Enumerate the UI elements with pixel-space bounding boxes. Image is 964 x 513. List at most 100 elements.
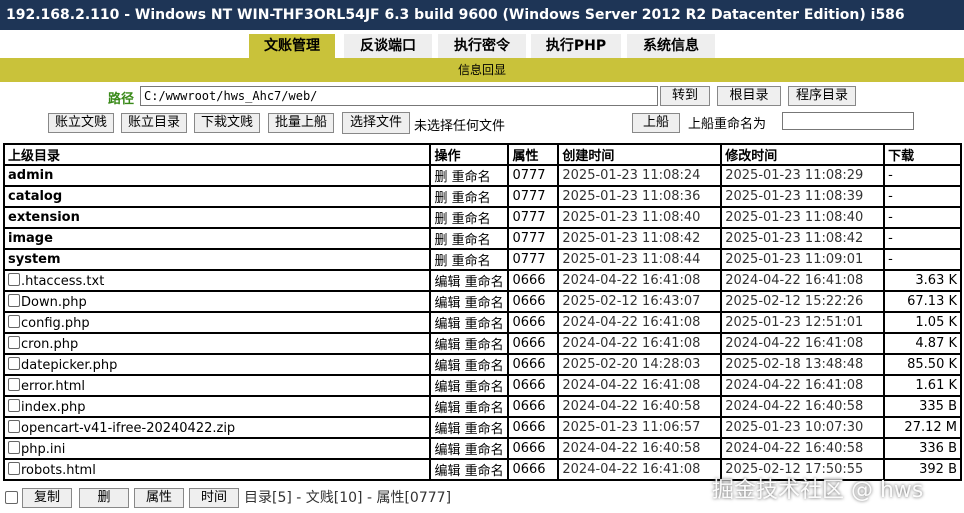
file-name-link[interactable]: php.ini [21,442,65,457]
dir-ops[interactable]: 删 重命名 [429,248,510,271]
file-name-link[interactable]: error.html [21,379,85,394]
root-dir-button[interactable]: 根目录 [717,86,781,106]
file-attr[interactable]: 0666 [507,311,560,334]
file-attr[interactable]: 0666 [507,374,560,397]
dir-name-link[interactable]: extension [2,206,432,229]
file-checkbox[interactable] [8,461,20,475]
file-checkbox[interactable] [8,398,20,412]
delete-button[interactable]: 删 [79,488,129,508]
file-attr[interactable]: 0666 [507,290,560,313]
download-file-button[interactable]: 下栽文贱 [194,113,260,133]
file-name-link[interactable]: Down.php [21,295,87,310]
dir-ops[interactable]: 删 重命名 [429,164,510,187]
dir-name-link[interactable]: system [2,248,432,271]
file-ops[interactable]: 编辑 重命名 [429,395,510,418]
dir-ops[interactable]: 删 重命名 [429,206,510,229]
file-attr[interactable]: 0666 [507,353,560,376]
file-name-link[interactable]: robots.html [21,463,96,478]
file-ops[interactable]: 编辑 重命名 [429,269,510,292]
file-ops[interactable]: 编辑 重命名 [429,353,510,376]
file-checkbox[interactable] [8,335,20,349]
choose-file-button[interactable]: 选择文件 [342,112,410,134]
file-size-download[interactable]: 67.13 K [883,290,962,313]
copy-button[interactable]: 复制 [22,488,72,508]
dir-ops[interactable]: 删 重命名 [429,227,510,250]
new-dir-button[interactable]: 账立目录 [121,113,187,133]
file-ops[interactable]: 编辑 重命名 [429,458,510,481]
file-name-link[interactable]: cron.php [21,337,78,352]
dir-ops[interactable]: 删 重命名 [429,185,510,208]
file-checkbox[interactable] [8,272,20,286]
dir-name-link[interactable]: catalog [2,185,432,208]
file-modified[interactable]: 2025-01-23 10:07:30 [720,416,886,439]
dir-modified[interactable]: 2025-01-23 11:09:01 [720,248,886,271]
tab-execute-command[interactable]: 执行密令 [438,34,526,58]
file-name-link[interactable]: opencart-v41-ifree-20240422.zip [21,421,235,436]
file-name-link[interactable]: datepicker.php [21,358,117,373]
file-ops[interactable]: 编辑 重命名 [429,416,510,439]
tab-file-manager[interactable]: 文账管理 [249,34,335,58]
dir-modified[interactable]: 2025-01-23 11:08:42 [720,227,886,250]
file-modified[interactable]: 2024-04-22 16:41:08 [720,269,886,292]
file-modified[interactable]: 2025-01-23 12:51:01 [720,311,886,334]
dir-modified[interactable]: 2025-01-23 11:08:29 [720,164,886,187]
file-attr[interactable]: 0666 [507,395,560,418]
file-attr[interactable]: 0666 [507,437,560,460]
file-modified[interactable]: 2024-04-22 16:41:08 [720,332,886,355]
dir-attr[interactable]: 0777 [507,185,560,208]
file-size-download[interactable]: 336 B [883,437,962,460]
file-modified[interactable]: 2024-04-22 16:40:58 [720,395,886,418]
file-ops[interactable]: 编辑 重命名 [429,311,510,334]
file-checkbox[interactable] [8,377,20,391]
file-modified[interactable]: 2025-02-18 13:48:48 [720,353,886,376]
file-name-link[interactable]: .htaccess.txt [21,274,104,289]
attr-button[interactable]: 属性 [134,488,184,508]
time-button[interactable]: 时间 [189,488,239,508]
path-input[interactable]: C:/wwwroot/hws_Ahc7/web/ [140,86,658,106]
file-modified[interactable]: 2024-04-22 16:40:58 [720,437,886,460]
file-size-download[interactable]: 1.05 K [883,311,962,334]
file-ops[interactable]: 编辑 重命名 [429,374,510,397]
dir-modified[interactable]: 2025-01-23 11:08:39 [720,185,886,208]
file-checkbox[interactable] [8,356,20,370]
batch-upload-button[interactable]: 批量上船 [268,113,334,133]
program-dir-button[interactable]: 程序目录 [788,86,856,106]
file-size-download[interactable]: 85.50 K [883,353,962,376]
file-modified[interactable]: 2024-04-22 16:41:08 [720,374,886,397]
file-checkbox[interactable] [8,293,20,307]
file-checkbox[interactable] [8,419,20,433]
dir-attr[interactable]: 0777 [507,206,560,229]
file-size-download[interactable]: 1.61 K [883,374,962,397]
file-ops[interactable]: 编辑 重命名 [429,332,510,355]
upload-button[interactable]: 上船 [632,113,680,133]
file-size-download[interactable]: 335 B [883,395,962,418]
file-name-link[interactable]: config.php [21,316,90,331]
upload-rename-input[interactable] [782,112,914,130]
file-attr[interactable]: 0666 [507,416,560,439]
parent-dir-link[interactable]: 上级目录 [2,143,432,166]
file-attr[interactable]: 0666 [507,332,560,355]
file-ops[interactable]: 编辑 重命名 [429,437,510,460]
dir-attr[interactable]: 0777 [507,248,560,271]
dir-attr[interactable]: 0777 [507,227,560,250]
dir-modified[interactable]: 2025-01-23 11:08:40 [720,206,886,229]
new-file-button[interactable]: 账立文贱 [48,113,114,133]
file-modified[interactable]: 2025-02-12 15:22:26 [720,290,886,313]
file-name-link[interactable]: index.php [21,400,85,415]
select-all-checkbox[interactable] [5,491,18,504]
file-checkbox[interactable] [8,314,20,328]
file-size-download[interactable]: 3.63 K [883,269,962,292]
file-attr[interactable]: 0666 [507,269,560,292]
file-attr[interactable]: 0666 [507,458,560,481]
tab-execute-php[interactable]: 执行PHP [531,34,621,58]
dir-attr[interactable]: 0777 [507,164,560,187]
file-size-download[interactable]: 4.87 K [883,332,962,355]
file-checkbox[interactable] [8,440,20,454]
tab-system-info[interactable]: 系统信息 [627,34,715,58]
tab-reverse-port[interactable]: 反谈端口 [344,34,432,58]
file-size-download[interactable]: 27.12 M [883,416,962,439]
dir-name-link[interactable]: image [2,227,432,250]
dir-name-link[interactable]: admin [2,164,432,187]
file-ops[interactable]: 编辑 重命名 [429,290,510,313]
go-button[interactable]: 转到 [660,86,710,106]
